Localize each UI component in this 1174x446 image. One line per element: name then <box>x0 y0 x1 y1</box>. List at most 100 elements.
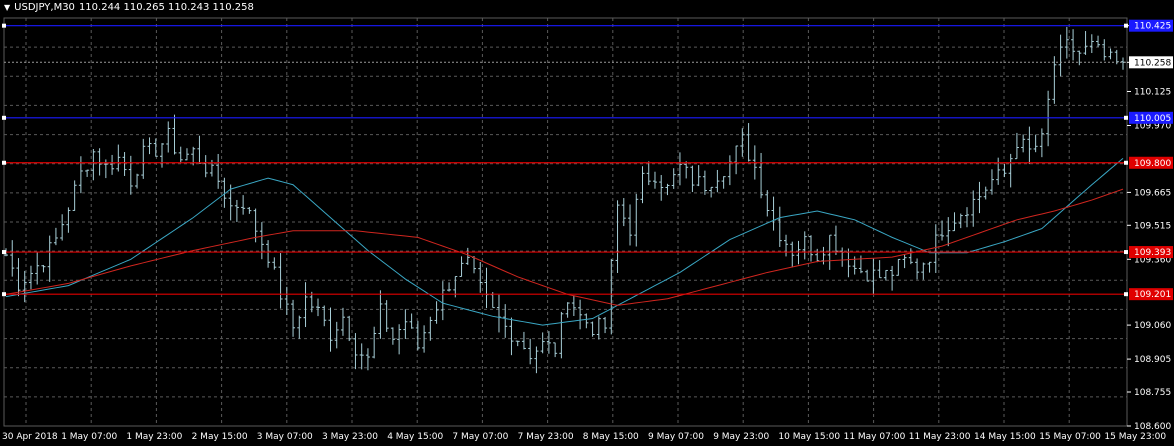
ohlc-bar <box>153 138 158 157</box>
ohlc-bar <box>447 282 452 292</box>
ohlc-bar <box>1089 34 1094 54</box>
ohlc-bar <box>241 195 246 215</box>
ohlc-bar <box>528 338 533 365</box>
ohlc-bar <box>696 165 701 187</box>
ohlc-bar <box>746 123 751 162</box>
ohlc-bar <box>147 137 152 155</box>
level-price-label: 110.005 <box>1134 114 1171 124</box>
ohlc-bar <box>740 128 745 157</box>
x-tick-label: 4 May 15:00 <box>387 432 443 442</box>
ohlc-bar <box>977 181 982 214</box>
ohlc-bar <box>484 267 489 309</box>
ohlc-bar <box>659 175 664 201</box>
level-handle <box>2 250 6 255</box>
ohlc-bar <box>85 169 90 177</box>
y-tick-label: 108.600 <box>1134 422 1171 432</box>
ohlc-bar <box>665 183 670 196</box>
ohlc-bar <box>996 157 1001 185</box>
ohlc-bar <box>60 214 65 241</box>
ohlc-bar <box>35 252 40 285</box>
ohlc-bar <box>1008 153 1013 188</box>
ohlc-bar <box>565 302 570 318</box>
level-handle <box>1124 115 1128 120</box>
level-handle <box>1124 292 1128 297</box>
ohlc-bar <box>989 169 994 195</box>
x-tick-label: 1 May 07:00 <box>61 432 117 442</box>
dropdown-triangle-icon[interactable]: ▼ <box>4 3 10 12</box>
level-handle <box>2 115 6 120</box>
ohlc-bar <box>584 313 589 329</box>
ohlc-bar <box>840 247 845 267</box>
ohlc-bar <box>603 316 608 334</box>
ohlc-bar <box>615 200 620 273</box>
x-tick-label: 11 May 23:00 <box>909 432 971 442</box>
ohlc-bar <box>777 206 782 247</box>
ohlc-bar <box>858 255 863 274</box>
ohlc-bar <box>347 315 352 342</box>
ohlc-bar <box>883 269 888 281</box>
ohlc-bar <box>671 168 676 189</box>
ohlc-bar <box>1033 134 1038 153</box>
ohlc-bar <box>78 156 83 194</box>
ohlc-bar <box>203 155 208 178</box>
y-tick-label: 110.125 <box>1134 87 1171 97</box>
ohlc-bar <box>197 135 202 164</box>
ohlc-bar <box>865 269 870 282</box>
ohlc-bar <box>1039 128 1044 158</box>
ohlc-bar <box>397 324 402 355</box>
level-price-label: 109.800 <box>1134 159 1171 169</box>
ohlc-bar <box>390 327 395 345</box>
ohlc-bar <box>434 301 439 324</box>
ohlc-bar <box>135 173 140 189</box>
ohlc-bar <box>515 340 520 347</box>
ohlc-bar <box>1002 163 1007 178</box>
ohlc-bar <box>933 224 938 273</box>
ohlc-bar <box>846 248 851 278</box>
ohlc-bar <box>141 138 146 179</box>
ohlc-bar <box>1108 48 1113 60</box>
ohlc-bar <box>234 199 239 222</box>
ohlc-bar <box>784 234 789 257</box>
ohlc-bar <box>178 146 183 164</box>
ohlc-bar <box>540 332 545 354</box>
ohlc-bar <box>372 326 377 359</box>
ohlc-bar <box>590 321 595 337</box>
level-handle <box>1124 250 1128 255</box>
ohlc-bar <box>871 258 876 295</box>
ohlc-bar <box>1064 26 1069 59</box>
ohlc-bar <box>715 169 720 193</box>
ohlc-bar <box>291 299 296 337</box>
ohlc-bar <box>628 204 633 246</box>
ohlc-bar <box>902 254 907 269</box>
ohlc-bar <box>359 343 364 370</box>
ohlc-bar <box>328 307 333 352</box>
ohlc-bar <box>759 152 764 199</box>
ohlc-bar <box>459 256 464 277</box>
x-tick-label: 7 May 07:00 <box>452 432 508 442</box>
ohlc-bar <box>596 316 601 340</box>
price-chart[interactable]: 30 Apr 2018 1 May 07:00 1 May 23:00 2 May 1… <box>0 0 1174 446</box>
level-handle <box>2 23 6 28</box>
ohlc-bar <box>259 222 264 260</box>
ohlc-bar <box>247 207 252 214</box>
ohlc-bar <box>22 270 27 303</box>
ohlc-bar <box>771 196 776 231</box>
x-tick-label: 10 May 15:00 <box>778 432 840 442</box>
level-price-label: 110.425 <box>1134 22 1171 32</box>
y-tick-label: 109.665 <box>1134 188 1171 198</box>
ohlc-bar <box>10 240 15 277</box>
ohlc-bar <box>409 313 414 329</box>
level-handle <box>2 292 6 297</box>
ohlc-bar <box>353 333 358 370</box>
ohlc-bar <box>927 261 932 273</box>
ohlc-bar <box>1077 50 1082 66</box>
ohlc-bar <box>521 331 526 350</box>
ohlc-bar <box>896 258 901 276</box>
ohlc-bar <box>166 121 171 153</box>
ohlc-bar <box>964 207 969 228</box>
ohlc-bar <box>727 155 732 186</box>
ohlc-bar <box>702 170 707 195</box>
ohlc-bar <box>1046 90 1051 147</box>
ohlc-bar <box>72 180 77 211</box>
ohlc-bar <box>110 154 115 175</box>
